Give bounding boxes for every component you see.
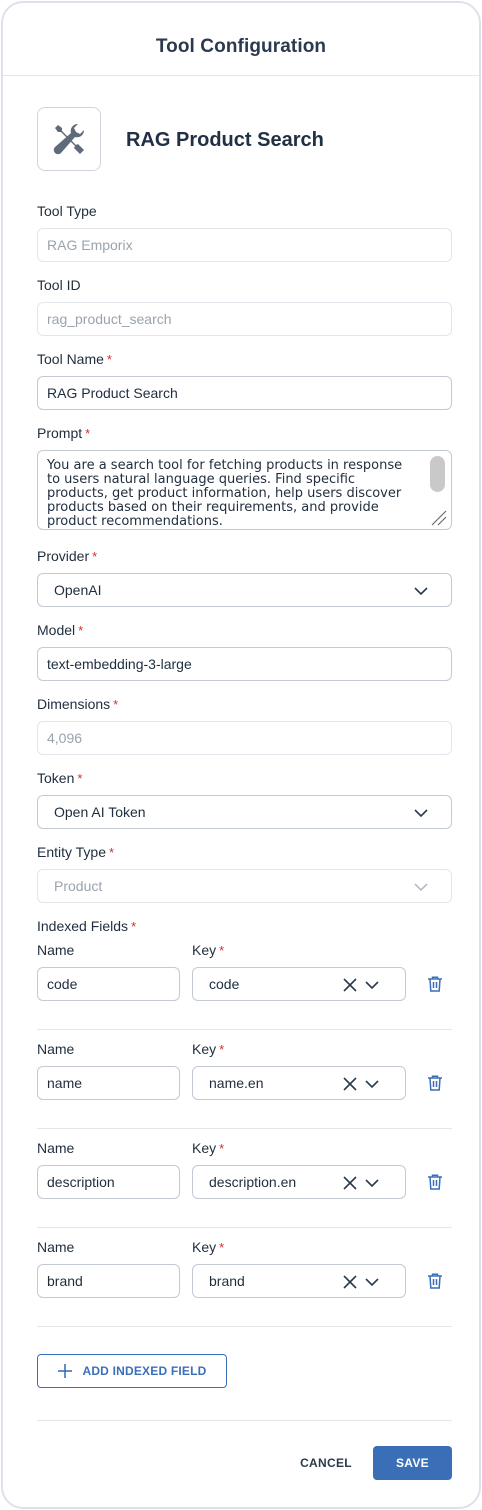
clear-icon[interactable] (342, 977, 358, 993)
chevron-down-icon[interactable] (364, 1274, 380, 1290)
trash-icon[interactable] (426, 975, 444, 993)
indexed-field-key-select[interactable]: brand (192, 1264, 406, 1298)
chevron-down-icon (414, 587, 428, 596)
indexed-field-name-input[interactable]: code (37, 967, 180, 1001)
indexed-field-key-label: Key * (192, 1239, 225, 1255)
indexed-field-name-label: Name (37, 1041, 75, 1057)
chevron-down-icon (414, 883, 428, 892)
indexed-field-name-input[interactable]: brand (37, 1264, 180, 1298)
indexed-field-name-label: Name (37, 1140, 75, 1156)
dimensions-field: 4,096 (37, 721, 452, 755)
dialog-header: Tool Configuration (3, 3, 479, 76)
indexed-field-key-label: Key * (192, 1041, 225, 1057)
resize-handle-icon[interactable] (427, 505, 449, 527)
tool-type-field: RAG Emporix (37, 228, 452, 262)
chevron-down-icon[interactable] (364, 977, 380, 993)
indexed-field-key-label: Key * (192, 1140, 225, 1156)
indexed-field-key-select[interactable]: code (192, 967, 406, 1001)
divider (37, 1326, 452, 1327)
clear-icon[interactable] (342, 1175, 358, 1191)
trash-icon[interactable] (426, 1272, 444, 1290)
tool-display-name: RAG Product Search (126, 129, 324, 151)
add-indexed-field-button[interactable]: ADD INDEXED FIELD (37, 1354, 227, 1388)
indexed-field-key-label: Key * (192, 942, 225, 958)
tool-name-input[interactable]: RAG Product Search (37, 376, 452, 410)
chevron-down-icon[interactable] (364, 1076, 380, 1092)
dimensions-label: Dimensions * (37, 696, 119, 712)
plus-icon (58, 1364, 73, 1378)
prompt-text: You are a search tool for fetching produ… (47, 458, 403, 529)
trash-icon[interactable] (426, 1173, 444, 1191)
model-label: Model * (37, 622, 84, 638)
tool-configuration-dialog: Tool Configuration RAG Product Search To… (1, 1, 481, 1509)
tool-id-label: Tool ID (37, 277, 81, 293)
entity-type-label: Entity Type * (37, 844, 115, 860)
indexed-field-key-select[interactable]: name.en (192, 1066, 406, 1100)
indexed-field-key-select[interactable]: description.en (192, 1165, 406, 1199)
tools-icon (53, 123, 85, 155)
clear-icon[interactable] (342, 1274, 358, 1290)
provider-select[interactable]: OpenAI (37, 573, 452, 607)
prompt-textarea[interactable]: You are a search tool for fetching produ… (37, 450, 452, 530)
cancel-button[interactable]: CANCEL (293, 1446, 359, 1480)
chevron-down-icon (414, 809, 428, 818)
provider-label: Provider * (37, 548, 98, 564)
clear-icon[interactable] (342, 1076, 358, 1092)
save-button[interactable]: SAVE (373, 1446, 452, 1480)
tool-name-label: Tool Name * (37, 351, 112, 367)
trash-icon[interactable] (426, 1074, 444, 1092)
indexed-field-name-input[interactable]: name (37, 1066, 180, 1100)
footer-divider (37, 1420, 452, 1421)
entity-type-select: Product (37, 869, 452, 903)
indexed-field-name-label: Name (37, 942, 75, 958)
dialog-title: Tool Configuration (155, 36, 327, 57)
tool-icon-box (37, 107, 101, 171)
token-label: Token * (37, 770, 83, 786)
token-select[interactable]: Open AI Token (37, 795, 452, 829)
model-input[interactable]: text-embedding-3-large (37, 647, 452, 681)
divider (37, 1029, 452, 1030)
tool-id-field: rag_product_search (37, 302, 452, 336)
divider (37, 1128, 452, 1129)
indexed-field-name-input[interactable]: description (37, 1165, 180, 1199)
chevron-down-icon[interactable] (364, 1175, 380, 1191)
prompt-label: Prompt * (37, 425, 91, 441)
prompt-scrollbar[interactable] (430, 456, 445, 492)
indexed-fields-label: Indexed Fields * (37, 918, 137, 934)
divider (37, 1227, 452, 1228)
indexed-field-name-label: Name (37, 1239, 75, 1255)
tool-type-label: Tool Type (37, 203, 97, 219)
